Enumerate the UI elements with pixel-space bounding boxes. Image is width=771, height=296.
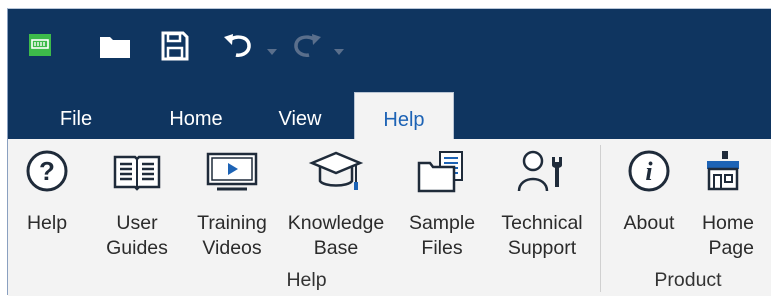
home-page-label: Home Page <box>701 212 754 259</box>
quick-access-toolbar <box>8 9 771 99</box>
book-icon <box>112 149 162 198</box>
knowledge-base-label: Knowledge Base <box>287 212 385 259</box>
tab-home[interactable]: Home <box>160 99 232 139</box>
undo-dropdown-icon[interactable] <box>267 42 277 60</box>
sample-files-label: Sample Files <box>408 212 476 259</box>
knowledge-base-button[interactable]: Knowledge Base <box>280 139 392 269</box>
group-separator <box>600 145 601 292</box>
svg-text:?: ? <box>39 156 55 186</box>
technical-support-label: Technical Support <box>501 212 583 259</box>
tab-view[interactable]: View <box>272 99 328 139</box>
help-button[interactable]: ? Help <box>21 139 73 269</box>
folder-icon[interactable] <box>99 33 131 64</box>
ribbon-tabs: File Home View Help <box>8 92 771 139</box>
home-page-button[interactable]: Home Page <box>692 139 754 269</box>
technical-support-button[interactable]: Technical Support <box>492 139 592 269</box>
ribbon-panel: ? Help User Guides Training Videos Knowl… <box>8 139 771 296</box>
tab-file[interactable]: File <box>54 99 98 139</box>
help-button-label: Help <box>26 212 68 234</box>
product-group-label: Product <box>654 269 722 291</box>
app-logo-icon[interactable] <box>29 34 51 61</box>
user-guides-label: User Guides <box>106 212 168 259</box>
home-page-icon <box>703 149 743 198</box>
support-person-icon <box>516 149 568 200</box>
graduation-cap-icon <box>308 149 364 202</box>
video-icon <box>205 149 259 198</box>
user-guides-button[interactable]: User Guides <box>97 139 177 269</box>
training-videos-label: Training Videos <box>197 212 267 259</box>
redo-icon[interactable] <box>289 33 323 64</box>
about-label: About <box>623 212 675 234</box>
help-circle-icon: ? <box>25 149 69 198</box>
svg-text:i: i <box>645 157 653 186</box>
info-icon: i <box>627 149 671 198</box>
folder-files-icon <box>416 149 468 200</box>
sample-files-button[interactable]: Sample Files <box>397 139 487 269</box>
help-group-label: Help <box>286 269 327 291</box>
save-icon[interactable] <box>161 31 189 66</box>
about-button[interactable]: i About <box>616 139 682 269</box>
training-videos-button[interactable]: Training Videos <box>186 139 278 269</box>
tab-help[interactable]: Help <box>354 92 454 139</box>
app-window: File Home View Help ? Help User Guides T… <box>7 8 771 296</box>
redo-dropdown-icon[interactable] <box>334 42 344 60</box>
undo-icon[interactable] <box>222 33 256 64</box>
